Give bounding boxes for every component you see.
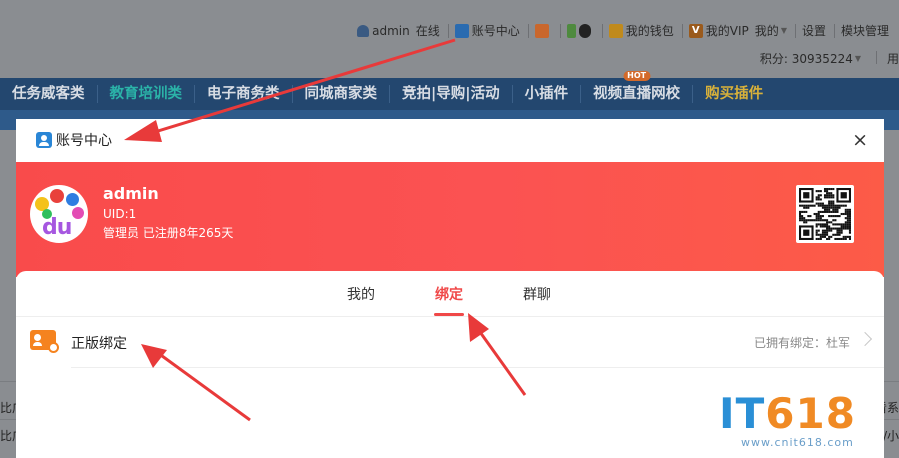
- active-tab-indicator: [434, 313, 464, 316]
- caret-down-icon: ▼: [854, 54, 861, 63]
- chevron-right-icon: [857, 331, 873, 347]
- divider: [71, 367, 884, 368]
- modal-title-text: 账号中心: [56, 133, 112, 149]
- account-icon: [36, 132, 52, 148]
- nav-item-label: 任务威客类: [12, 86, 85, 102]
- user-name: admin: [103, 184, 159, 203]
- hot-badge: HOT: [623, 71, 651, 81]
- avatar-text: du: [42, 215, 72, 240]
- account-center-text: 账号中心: [471, 24, 520, 38]
- score-menu[interactable]: 积分: 30935224 ▼: [760, 50, 861, 67]
- main-nav: 任务威客类 教育培训类 电子商务类 同城商家类 竞拍|导购|活动 小插件 视频直播网校 HOT…: [0, 71, 899, 110]
- account-center-link[interactable]: 账号中心: [454, 22, 520, 39]
- bind-icon: [30, 330, 59, 353]
- watermark-num: 618: [765, 389, 856, 438]
- divider: [447, 23, 449, 38]
- bg-text: 比广: [0, 401, 16, 415]
- close-icon[interactable]: ×: [852, 130, 868, 150]
- nav-item[interactable]: 电子商务类: [195, 78, 292, 110]
- divider: [876, 51, 877, 64]
- watermark-it: IT: [719, 389, 766, 438]
- watermark-logo: IT618: [719, 392, 856, 436]
- nav-item-label: 小插件: [524, 86, 569, 102]
- divider: [527, 23, 529, 38]
- divider: [559, 23, 561, 38]
- mine-menu[interactable]: 我的 ▼: [755, 22, 787, 39]
- qq-icon: [578, 23, 591, 38]
- nav-item[interactable]: 竞拍|导购|活动: [390, 78, 512, 110]
- user-role: 管理员 已注册8年265天: [103, 226, 234, 240]
- watermark-url: www.cnit618.com: [741, 436, 854, 449]
- avatar[interactable]: du: [30, 185, 88, 243]
- bind-row[interactable]: 正版绑定 已拥有绑定：杜军: [16, 318, 884, 368]
- nav-item-label: 购买插件: [705, 86, 764, 102]
- wallet-link[interactable]: 我的钱包: [608, 22, 674, 39]
- nav-item-label: 竞拍|导购|活动: [402, 86, 500, 102]
- profile-header: du admin UID:1 管理员 已注册8年265天: [16, 162, 884, 277]
- vip-link[interactable]: V 我的VIP: [688, 22, 749, 39]
- settings-link[interactable]: 设置: [802, 22, 826, 39]
- nav-item[interactable]: 视频直播网校 HOT: [581, 71, 692, 110]
- user-icon: [357, 24, 370, 37]
- divider: [681, 23, 683, 38]
- profile-card-link[interactable]: [534, 23, 552, 38]
- vip-text: 我的VIP: [705, 24, 749, 38]
- account-icon: [454, 23, 469, 38]
- wallet-icon: [608, 23, 623, 38]
- divider: [833, 23, 835, 38]
- nav-item[interactable]: 教育培训类: [98, 78, 195, 110]
- divider: [601, 23, 603, 38]
- bg-text: 比广: [0, 429, 16, 443]
- nav-item-label: 教育培训类: [109, 86, 183, 102]
- mobile-qq-link[interactable]: [566, 23, 594, 38]
- nav-item[interactable]: 同城商家类: [293, 78, 390, 110]
- bind-row-status: 已拥有绑定：杜军: [753, 336, 850, 350]
- module-admin-link[interactable]: 模块管理: [841, 22, 889, 39]
- profile-card-icon: [534, 23, 549, 38]
- nav-item[interactable]: 小插件: [513, 78, 581, 110]
- check-badge: [48, 342, 59, 353]
- bind-row-label: 正版绑定: [71, 336, 127, 352]
- nav-item[interactable]: 任务威客类: [0, 78, 97, 110]
- caret-down-icon: ▼: [780, 26, 787, 35]
- nav-item-label: 电子商务类: [207, 86, 280, 102]
- mine-text: 我的: [754, 24, 779, 38]
- tab-item[interactable]: 我的: [347, 284, 375, 304]
- watermark: IT618 www.cnit618.com: [719, 392, 889, 452]
- tab-bar: 我的 绑定 群聊: [16, 271, 884, 317]
- user-uid: UID:1: [103, 207, 137, 221]
- online-status: 在线: [415, 24, 440, 38]
- modal-header: 账号中心 ×: [16, 119, 884, 162]
- nav-item[interactable]: 购买插件: [693, 78, 775, 110]
- nav-item-label: 同城商家类: [304, 86, 378, 102]
- phone-icon: [566, 23, 576, 38]
- nav-item-label: 视频直播网校: [593, 86, 681, 102]
- divider: [794, 23, 796, 38]
- avatar-dot: [50, 189, 64, 203]
- qr-code-graphic: [799, 188, 851, 240]
- modal-title: 账号中心: [36, 130, 112, 150]
- username-link[interactable]: admin: [357, 24, 410, 38]
- site-topbar: admin 在线 账号中心 我的钱包 V 我的VIP 我的 ▼ 设置 模块管理 …: [0, 0, 899, 78]
- vip-icon: V: [688, 23, 703, 38]
- avatar-dot: [72, 207, 84, 219]
- qr-code-icon[interactable]: [796, 185, 854, 243]
- truncated-link[interactable]: 用: [887, 50, 899, 67]
- top-links: admin 在线 账号中心 我的钱包 V 我的VIP 我的 ▼ 设置 模块管理: [351, 22, 889, 39]
- score-text: 积分: 30935224: [759, 52, 853, 66]
- wallet-text: 我的钱包: [625, 24, 674, 38]
- avatar-dot: [66, 193, 79, 206]
- username-text: admin: [372, 23, 410, 38]
- tab-item[interactable]: 群聊: [523, 284, 551, 304]
- tab-item[interactable]: 绑定: [435, 284, 463, 304]
